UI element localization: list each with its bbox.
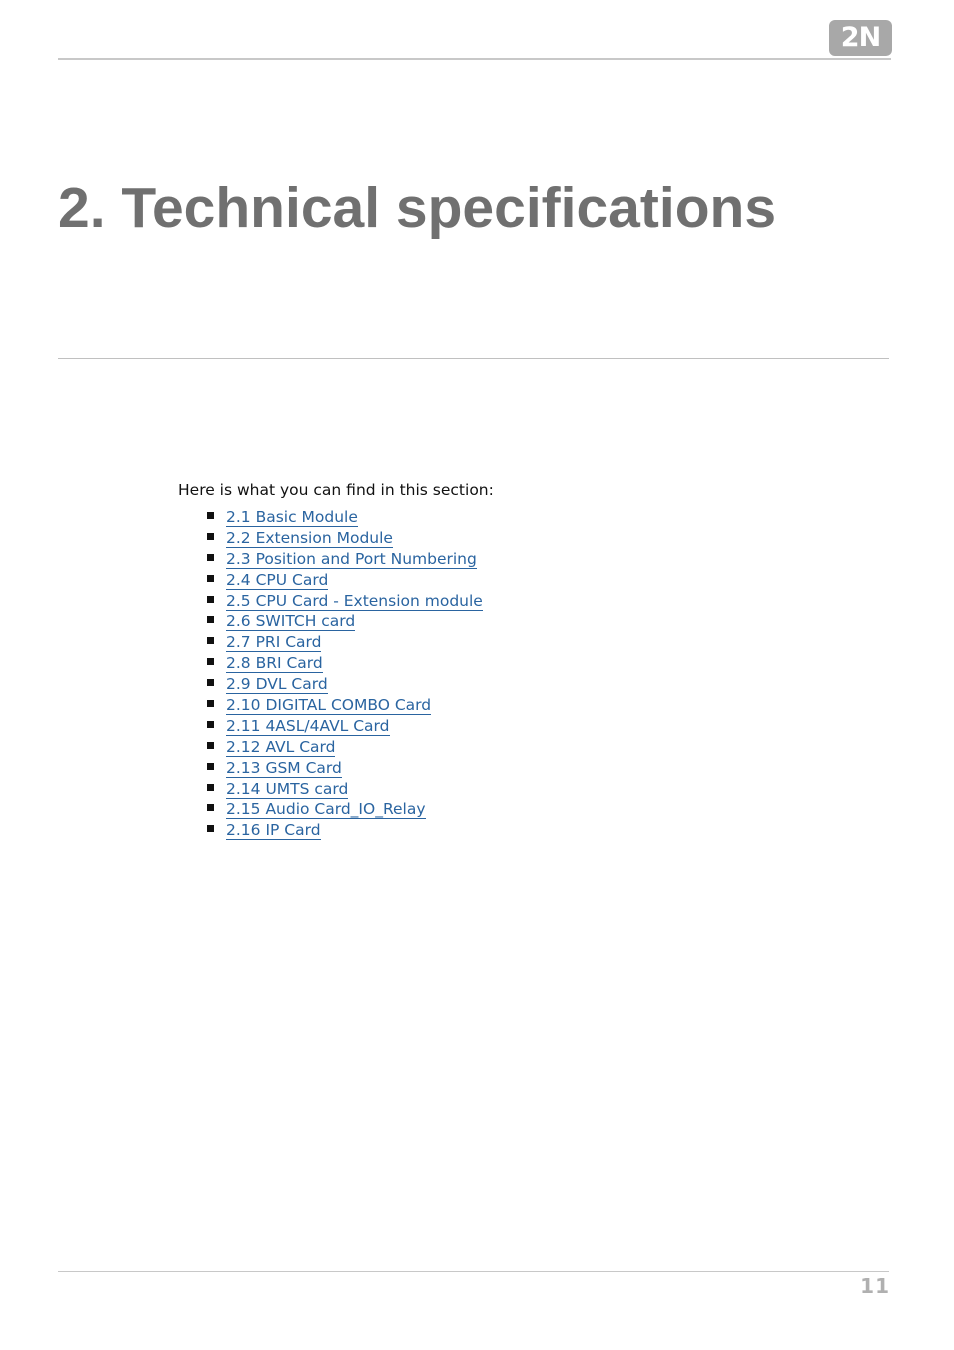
toc-item: 2.16 IP Card: [206, 820, 483, 841]
toc-item: 2.10 DIGITAL COMBO Card: [206, 695, 483, 716]
toc-link-avl-card[interactable]: 2.12 AVL Card: [226, 737, 336, 757]
bullet-icon: [207, 512, 214, 519]
bullet-icon: [207, 574, 214, 582]
toc-item: 2.9 DVL Card: [206, 674, 483, 695]
toc-link-pri-card[interactable]: 2.7 PRI Card: [226, 633, 322, 653]
page-number: 11: [860, 1274, 890, 1298]
toc-link-dvl-card[interactable]: 2.9 DVL Card: [226, 675, 328, 695]
bullet-icon: [207, 532, 214, 540]
toc-link-bri-card[interactable]: 2.8 BRI Card: [226, 654, 323, 674]
toc-link-extension-module[interactable]: 2.2 Extension Module: [226, 528, 393, 548]
toc-link-ip-card[interactable]: 2.16 IP Card: [226, 821, 321, 841]
toc-item: 2.11 4ASL/4AVL Card: [206, 716, 483, 737]
bullet-icon: [207, 595, 214, 603]
toc-link-cpu-card-extension[interactable]: 2.5 CPU Card - Extension module: [226, 591, 483, 611]
toc-item: 2.12 AVL Card: [206, 737, 483, 758]
toc-item: 2.4 CPU Card: [206, 570, 483, 591]
bullet-icon: [207, 762, 214, 770]
toc-item: 2.15 Audio Card_IO_Relay: [206, 799, 483, 820]
toc-link-gsm-card[interactable]: 2.13 GSM Card: [226, 758, 342, 778]
toc-link-4asl-4avl-card[interactable]: 2.11 4ASL/4AVL Card: [226, 716, 390, 736]
bullet-icon: [207, 700, 214, 708]
bullet-icon: [207, 658, 214, 666]
toc-item: 2.13 GSM Card: [206, 758, 483, 779]
bullet-icon: [207, 783, 214, 791]
toc-item: 2.3 Position and Port Numbering: [206, 549, 483, 570]
toc-link-basic-module[interactable]: 2.1 Basic Module: [226, 508, 358, 527]
bullet-icon: [207, 825, 214, 833]
toc-item: 2.5 CPU Card - Extension module: [206, 591, 483, 612]
bullet-icon: [207, 553, 214, 561]
toc-item: 2.8 BRI Card: [206, 653, 483, 674]
bullet-icon: [207, 720, 214, 728]
toc-item: 2.2 Extension Module: [206, 528, 483, 549]
title-divider: [58, 358, 889, 359]
toc-item: 2.1 Basic Module: [206, 507, 483, 528]
toc-link-audio-card-io-relay[interactable]: 2.15 Audio Card_IO_Relay: [226, 800, 426, 820]
bullet-icon: [207, 616, 214, 624]
bullet-icon: [207, 741, 214, 749]
header-divider: [58, 58, 891, 60]
toc-list: 2.1 Basic Module 2.2 Extension Module 2.…: [206, 507, 483, 841]
toc-item: 2.14 UMTS card: [206, 779, 483, 800]
toc-item: 2.7 PRI Card: [206, 632, 483, 653]
bullet-icon: [207, 804, 214, 812]
section-intro: Here is what you can find in this sectio…: [178, 481, 494, 499]
toc-link-position-port-numbering[interactable]: 2.3 Position and Port Numbering: [226, 549, 477, 569]
toc-link-digital-combo-card[interactable]: 2.10 DIGITAL COMBO Card: [226, 696, 432, 716]
toc-item: 2.6 SWITCH card: [206, 611, 483, 632]
page-title: 2. Technical specifications: [58, 176, 777, 240]
brand-logo: 2N: [829, 20, 892, 56]
bullet-icon: [207, 679, 214, 687]
bullet-icon: [207, 637, 214, 645]
toc-link-cpu-card[interactable]: 2.4 CPU Card: [226, 570, 329, 590]
toc-link-umts-card[interactable]: 2.14 UMTS card: [226, 779, 349, 799]
footer-divider: [58, 1271, 889, 1272]
toc-link-switch-card[interactable]: 2.6 SWITCH card: [226, 612, 356, 632]
